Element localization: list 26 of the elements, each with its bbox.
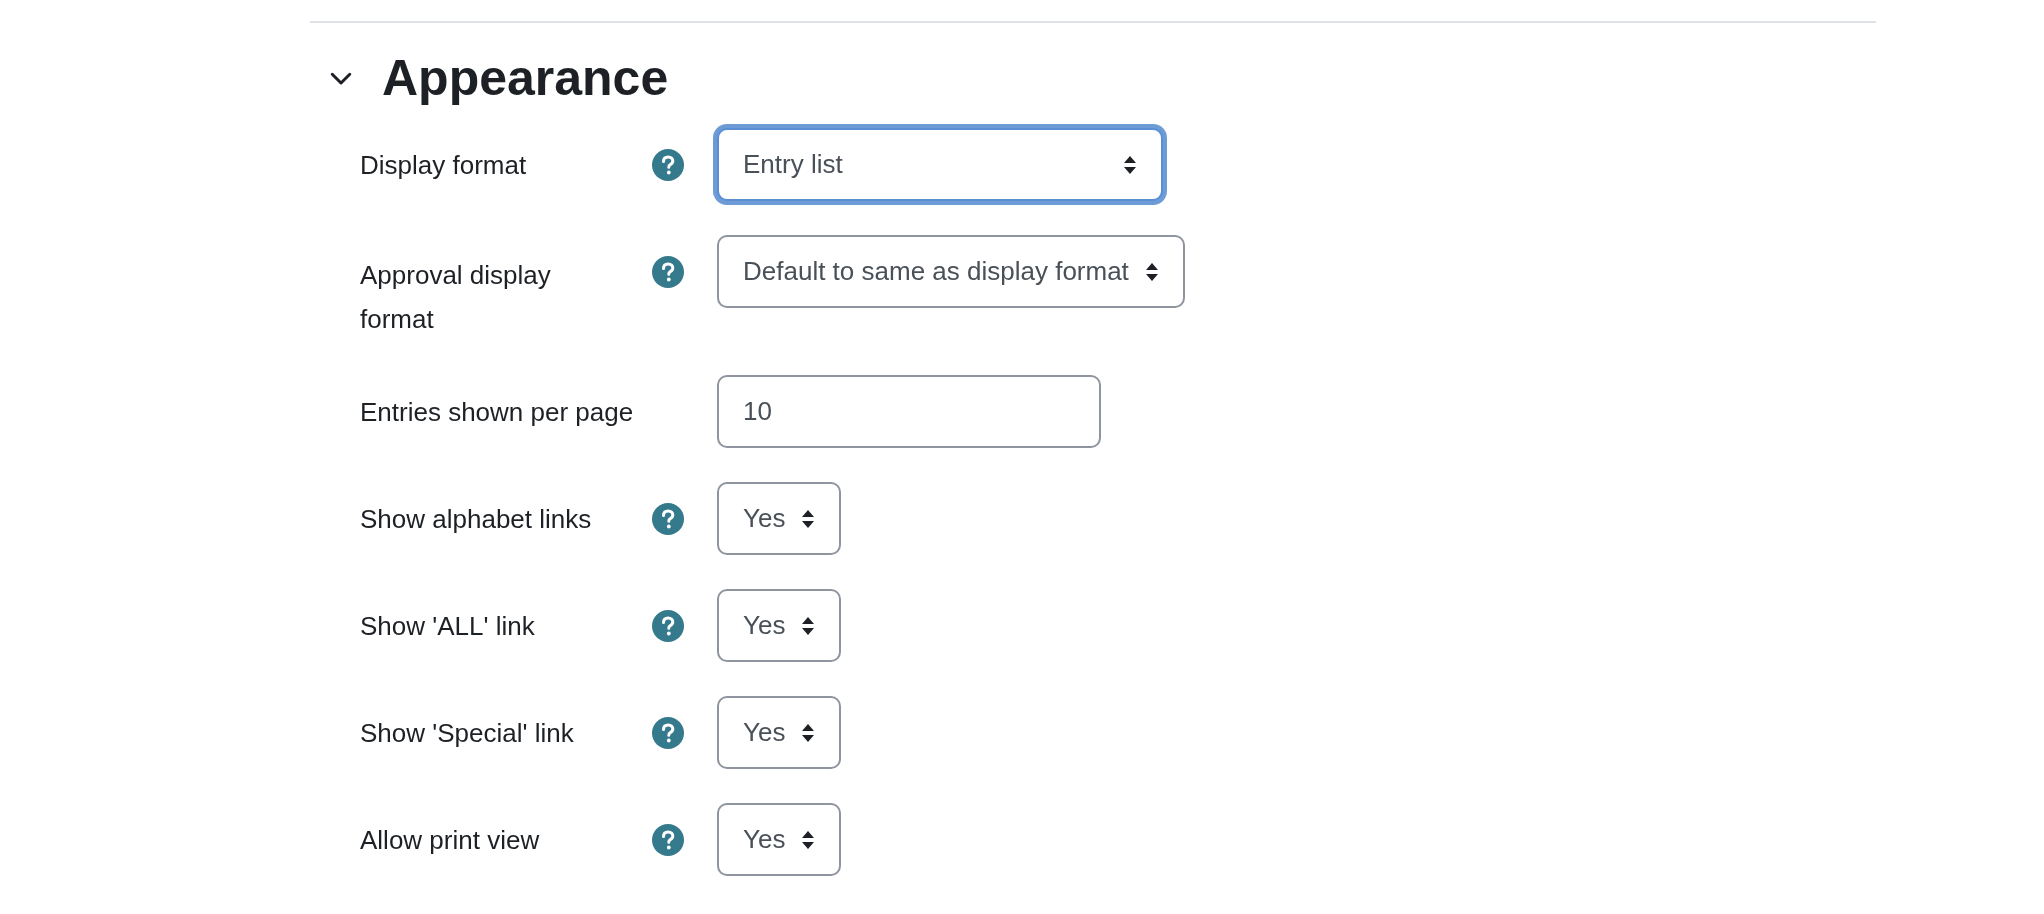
- help-icon[interactable]: [652, 255, 684, 288]
- field-label: Show alphabet links: [360, 502, 592, 536]
- field-label: Approval display format: [360, 259, 552, 336]
- sort-arrows-icon: [801, 829, 816, 850]
- field-label: Entries shown per page: [360, 395, 634, 429]
- dropdown-select[interactable]: Yes: [717, 803, 842, 876]
- help-icon[interactable]: [652, 823, 684, 856]
- field-label: Allow print view: [360, 823, 540, 857]
- help-icon[interactable]: [652, 148, 684, 181]
- help-icon[interactable]: [652, 609, 684, 642]
- sort-arrows-icon: [801, 615, 816, 636]
- input-field[interactable]: 10: [717, 375, 1101, 448]
- dropdown-select[interactable]: Yes: [717, 696, 842, 769]
- dropdown-select[interactable]: Yes: [717, 482, 842, 555]
- field-label: Display format: [360, 148, 527, 182]
- sort-arrows-icon: [801, 722, 816, 743]
- dropdown-select[interactable]: Yes: [717, 589, 842, 662]
- help-icon[interactable]: [652, 502, 684, 535]
- sort-arrows-icon: [1144, 261, 1159, 282]
- section-heading: Appearance: [382, 53, 669, 103]
- field-label: Show 'ALL' link: [360, 609, 535, 643]
- field-label: Show 'Special' link: [360, 716, 574, 750]
- sort-arrows-icon: [1123, 154, 1137, 175]
- sort-arrows-icon: [801, 508, 816, 529]
- help-icon[interactable]: [652, 716, 684, 749]
- dropdown-select[interactable]: Default to same as display format: [717, 235, 1185, 308]
